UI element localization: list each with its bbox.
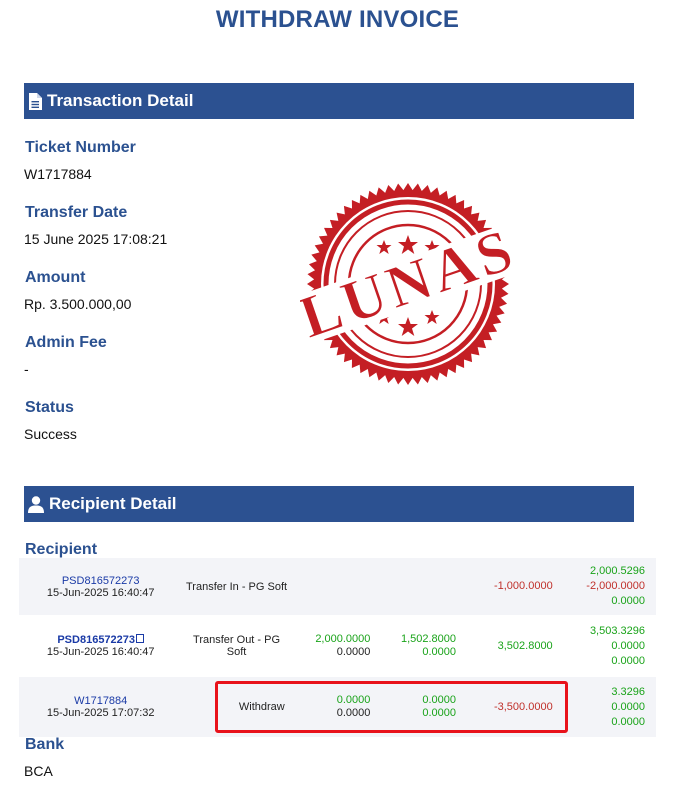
document-icon	[28, 92, 42, 110]
col2-top: 1,502.8000	[400, 633, 457, 645]
transaction-ref[interactable]: W1717884	[19, 695, 182, 707]
col2-bottom: 0.0000	[422, 646, 457, 658]
balance-3: 0.0000	[611, 654, 645, 667]
ref-cell: W1717884 15-Jun-2025 17:07:32	[19, 677, 182, 737]
transaction-detail-title: Transaction Detail	[47, 91, 194, 110]
user-icon	[28, 495, 44, 513]
balance-2: 0.0000	[611, 700, 645, 713]
col1-cell: 2,000.0000 0.0000	[291, 615, 377, 677]
balance-cell: 3.3296 0.0000 0.0000	[559, 677, 656, 737]
recipient-detail-header: Recipient Detail	[24, 486, 634, 522]
admin-fee-label: Admin Fee	[25, 334, 107, 351]
balance-1: 2,000.5296	[589, 565, 645, 577]
balance-cell: 3,503.3296 0.0000 0.0000	[559, 615, 656, 677]
transaction-amount: 3,502.8000	[497, 639, 553, 652]
table-row: PSD816572273 15-Jun-2025 16:40:47 Transf…	[19, 615, 656, 677]
recipient-detail-title: Recipient Detail	[49, 494, 177, 513]
bank-value: BCA	[24, 763, 53, 779]
ref-line: PSD816572273	[19, 634, 182, 646]
balance-2: -2,000.0000	[586, 580, 645, 592]
amount-label: Amount	[25, 269, 86, 286]
col1-cell	[291, 558, 377, 615]
transfer-date-label: Transfer Date	[25, 204, 128, 221]
recipient-label: Recipient	[25, 541, 98, 558]
transfer-date-value: 15 June 2025 17:08:21	[24, 231, 168, 247]
lunas-stamp: LUNAS	[300, 183, 524, 385]
page-title: WITHDRAW INVOICE	[215, 6, 460, 33]
amount-value: Rp. 3.500.000,00	[24, 296, 132, 312]
table-row: PSD816572273 15-Jun-2025 16:40:47 Transf…	[19, 558, 656, 615]
transaction-time: 15-Jun-2025 16:40:47	[46, 586, 155, 599]
transaction-ref[interactable]: PSD816572273	[19, 575, 182, 587]
col2-cell	[376, 558, 462, 615]
ticket-number-label: Ticket Number	[25, 139, 136, 156]
balance-1: 3.3296	[611, 685, 645, 698]
transaction-time: 15-Jun-2025 17:07:32	[46, 707, 155, 719]
highlight-box	[215, 681, 568, 733]
balance-1: 3,503.3296	[589, 624, 645, 637]
balance-3: 0.0000	[611, 595, 645, 607]
admin-fee-value: -	[24, 361, 29, 377]
status-value: Success	[24, 426, 77, 442]
bank-label: Bank	[25, 736, 65, 753]
ticket-number-value: W1717884	[24, 166, 92, 182]
transaction-detail-header: Transaction Detail	[24, 83, 634, 119]
transaction-time: 15-Jun-2025 16:40:47	[46, 646, 155, 658]
transaction-ref[interactable]: PSD816572273	[57, 634, 135, 646]
ref-cell: PSD816572273 15-Jun-2025 16:40:47	[19, 615, 182, 677]
transaction-amount: -1,000.0000	[493, 580, 553, 592]
status-label: Status	[25, 399, 74, 416]
col2-cell: 1,502.8000 0.0000	[376, 615, 462, 677]
balance-2: 0.0000	[611, 639, 645, 652]
balance-cell: 2,000.5296 -2,000.0000 0.0000	[559, 558, 656, 615]
col1-bottom: 0.0000	[336, 646, 371, 658]
transaction-desc: Transfer In - PG Soft	[186, 580, 288, 593]
transaction-desc: Transfer Out - PG Soft	[193, 634, 281, 658]
copy-icon[interactable]	[136, 634, 145, 643]
col1-top: 2,000.0000	[315, 633, 371, 645]
balance-3: 0.0000	[611, 715, 645, 728]
ref-cell: PSD816572273 15-Jun-2025 16:40:47	[19, 558, 182, 615]
